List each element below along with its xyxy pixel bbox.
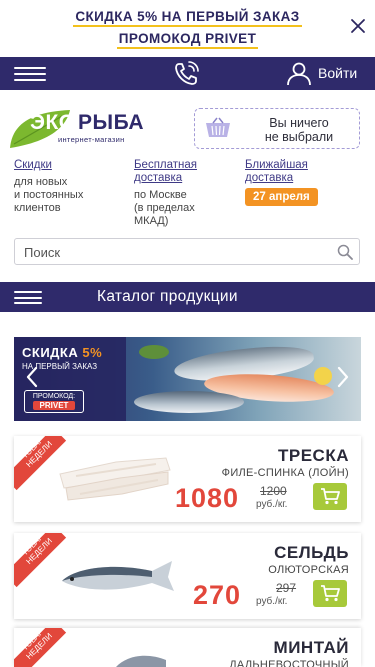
product-subtitle: ФИЛЕ-СПИНКА (ЛОЙН) xyxy=(221,467,349,479)
cart-summary[interactable]: Вы ничего не выбрали xyxy=(194,108,360,149)
info-text: МКАД) xyxy=(134,215,169,227)
info-free-delivery: Бесплатная доставка по Москве (в предела… xyxy=(134,159,234,228)
product-unit: руб./кг. xyxy=(256,596,288,607)
catalog-menu-icon[interactable] xyxy=(14,291,42,304)
search-input[interactable] xyxy=(24,242,324,262)
product-old-price: 297 xyxy=(276,581,297,595)
info-discounts: Скидки для новых и постоянных клиентов xyxy=(14,159,126,215)
info-text: (в пределах xyxy=(134,202,195,214)
product-image xyxy=(59,457,171,501)
banner-code-label: ПРОМОКОД: xyxy=(32,393,76,400)
info-discounts-link[interactable]: Скидки xyxy=(14,159,126,172)
banner-herb xyxy=(139,345,169,359)
product-name: СЕЛЬДЬ xyxy=(274,543,349,562)
menu-icon[interactable] xyxy=(14,67,46,81)
product-card[interactable]: ТОВАР НЕДЕЛИ МИНТАЙ ДАЛЬНЕВОСТОЧНЫЙ xyxy=(14,628,361,667)
chevron-right-icon[interactable] xyxy=(337,366,349,388)
chevron-left-icon[interactable] xyxy=(26,366,38,388)
cart-icon xyxy=(321,585,340,602)
info-delivery-link[interactable]: Бесплатная доставка xyxy=(134,159,234,185)
product-name: МИНТАЙ xyxy=(273,638,349,657)
promo-line-code: ПРОМОКОД PRIVET xyxy=(116,31,259,49)
product-image xyxy=(62,561,174,591)
banner-lemon xyxy=(314,367,332,385)
close-icon[interactable] xyxy=(350,18,366,34)
banner-fish xyxy=(134,391,244,413)
top-nav-bar: Войти xyxy=(0,57,375,90)
search-box xyxy=(14,238,360,265)
promo-line-discount: СКИДКА 5% НА ПЕРВЫЙ ЗАКАЗ xyxy=(73,9,302,27)
logo-subtitle: интернет-магазин xyxy=(58,135,125,144)
search-icon[interactable] xyxy=(337,244,353,260)
product-price: 1080 xyxy=(175,483,240,513)
cart-empty-line1: Вы ничего xyxy=(269,116,329,130)
product-image xyxy=(116,655,166,667)
product-subtitle: ДАЛЬНЕВОСТОЧНЫЙ xyxy=(229,659,349,667)
product-old-price: 1200 xyxy=(260,484,287,498)
info-text: клиентов xyxy=(14,202,61,214)
info-text: и постоянных xyxy=(14,189,84,201)
info-nearest-link[interactable]: Ближайшая доставка xyxy=(245,159,345,185)
catalog-bar[interactable]: Каталог продукции xyxy=(0,282,375,312)
catalog-title: Каталог продукции xyxy=(97,288,238,305)
banner-promo-code: ПРОМОКОД: PRIVET xyxy=(24,390,84,413)
promo-banner[interactable]: СКИДКА 5% НА ПЕРВЫЙ ЗАКАЗ ПРОМОКОД: PRIV… xyxy=(14,337,361,421)
product-unit: руб./кг. xyxy=(256,499,288,510)
banner-title: СКИДКА xyxy=(22,345,79,360)
product-name: ТРЕСКА xyxy=(278,446,349,465)
add-to-cart-button[interactable] xyxy=(313,580,347,607)
promo-strip: СКИДКА 5% НА ПЕРВЫЙ ЗАКАЗ ПРОМОКОД PRIVE… xyxy=(0,0,375,57)
product-card[interactable]: ТОВАР НЕДЕЛИ СЕЛЬДЬ ОЛЮТОРСКАЯ 270 297 р… xyxy=(14,533,361,619)
login-link[interactable]: Войти xyxy=(318,65,357,81)
product-card[interactable]: ТОВАР НЕДЕЛИ ТРЕСКА ФИЛЕ-СПИНКА (ЛОЙН) 1… xyxy=(14,436,361,522)
basket-icon xyxy=(206,117,230,137)
logo-text-fish: РЫБА xyxy=(78,111,145,134)
user-icon[interactable] xyxy=(286,62,312,86)
phone-icon[interactable] xyxy=(173,61,201,87)
info-text: по Москве xyxy=(134,189,187,201)
info-nearest-delivery: Ближайшая доставка 27 апреля xyxy=(245,159,345,206)
banner-code-value: PRIVET xyxy=(33,401,75,410)
info-text: для новых xyxy=(14,176,68,188)
banner-percent: 5% xyxy=(82,345,103,360)
site-logo[interactable]: ЭКО РЫБА интернет-магазин xyxy=(8,108,148,152)
cart-empty-line2: не выбрали xyxy=(264,130,334,144)
logo-text-eco: ЭКО xyxy=(30,111,76,134)
add-to-cart-button[interactable] xyxy=(313,483,347,510)
product-price: 270 xyxy=(193,580,242,610)
product-subtitle: ОЛЮТОРСКАЯ xyxy=(268,564,349,576)
delivery-date-badge: 27 апреля xyxy=(245,188,318,206)
cart-icon xyxy=(321,488,340,505)
